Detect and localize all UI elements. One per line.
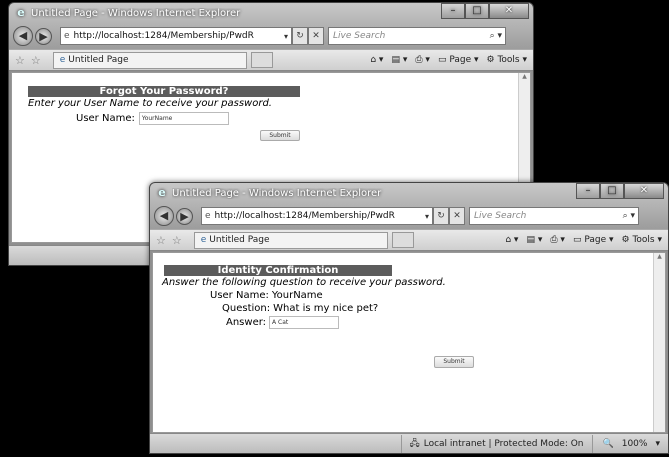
search-box[interactable]: Live Search ⌕ ▾: [328, 27, 506, 45]
back-button[interactable]: ◀: [154, 206, 174, 226]
submit-button[interactable]: Submit: [434, 356, 474, 368]
form-instruction: Answer the following question to receive…: [162, 277, 446, 288]
search-box[interactable]: Live Search ⌕ ▾: [469, 207, 639, 225]
title-bar[interactable]: e Untitled Page - Windows Internet Explo…: [150, 183, 668, 203]
question-label: Question:: [222, 303, 271, 314]
back-button[interactable]: ◀: [13, 26, 33, 46]
search-placeholder: Live Search: [333, 31, 386, 41]
new-tab-button[interactable]: [391, 232, 414, 248]
forward-button[interactable]: ▶: [176, 207, 193, 225]
feeds-icon[interactable]: ▤ ▾: [391, 55, 407, 65]
address-dropdown-icon[interactable]: ▾: [422, 212, 432, 221]
answer-label: Answer:: [226, 317, 267, 328]
minimize-button[interactable]: –: [441, 3, 465, 19]
window-title: Untitled Page - Windows Internet Explore…: [172, 187, 382, 199]
browser-window-identity-confirmation: e Untitled Page - Windows Internet Explo…: [149, 182, 669, 454]
ie-logo-icon: e: [17, 6, 25, 19]
close-button[interactable]: ✕: [489, 3, 529, 19]
close-button[interactable]: ✕: [624, 183, 664, 199]
intranet-icon: 🖧: [409, 438, 420, 449]
zoom-icon: 🔍: [602, 438, 614, 449]
page-content: Identity Confirmation Answer the followi…: [152, 252, 666, 433]
home-icon[interactable]: ⌂ ▾: [505, 235, 518, 245]
title-bar[interactable]: e Untitled Page - Windows Internet Explo…: [9, 3, 533, 23]
address-bar[interactable]: e http://localhost:1284/Membership/PwdR …: [60, 27, 292, 45]
page-menu[interactable]: ▭ Page ▾: [573, 235, 614, 245]
add-favorites-icon[interactable]: ☆: [31, 54, 41, 67]
form-heading: Forgot Your Password?: [28, 86, 300, 97]
add-favorites-icon[interactable]: ☆: [172, 234, 182, 247]
username-label: User Name:: [210, 290, 269, 301]
stop-button[interactable]: ✕: [308, 27, 324, 45]
maximize-button[interactable]: □: [465, 3, 489, 19]
new-tab-button[interactable]: [250, 52, 273, 68]
tab-label: Untitled Page: [209, 235, 270, 245]
page-icon: e: [64, 31, 70, 41]
zone-text: Local intranet | Protected Mode: On: [423, 438, 584, 449]
address-dropdown-icon[interactable]: ▾: [281, 32, 291, 41]
ie-logo-icon: e: [158, 186, 166, 199]
zoom-level: 100%: [621, 438, 648, 449]
zoom-control[interactable]: 🔍 100% ▾: [593, 439, 660, 449]
search-icon[interactable]: ⌕ ▾: [487, 31, 505, 41]
submit-button[interactable]: Submit: [260, 130, 300, 141]
forgot-password-form: Forgot Your Password? Enter your User Na…: [28, 86, 300, 141]
username-value: YourName: [271, 290, 323, 301]
refresh-button[interactable]: ↻: [292, 27, 308, 45]
forward-button[interactable]: ▶: [35, 27, 52, 45]
username-input[interactable]: YourName: [138, 112, 229, 125]
page-icon: e: [205, 211, 211, 221]
address-text: http://localhost:1284/Membership/PwdR: [214, 211, 395, 221]
tab-page-icon: e: [200, 235, 207, 245]
favorites-star-icon[interactable]: ☆: [156, 234, 166, 247]
home-icon[interactable]: ⌂ ▾: [370, 55, 383, 65]
refresh-button[interactable]: ↻: [433, 207, 449, 225]
username-label: User Name:: [76, 113, 135, 124]
tools-menu[interactable]: ⚙ Tools ▾: [487, 55, 528, 65]
status-bar: 🖧 Local intranet | Protected Mode: On 🔍 …: [150, 433, 668, 453]
minimize-button[interactable]: –: [576, 183, 600, 199]
question-value: What is my nice pet?: [273, 303, 379, 314]
vertical-scrollbar[interactable]: ▲: [653, 253, 665, 432]
tab-page-icon: e: [59, 55, 66, 65]
favorites-star-icon[interactable]: ☆: [15, 54, 25, 67]
security-zone[interactable]: 🖧 Local intranet | Protected Mode: On: [400, 434, 593, 453]
search-icon[interactable]: ⌕ ▾: [620, 211, 638, 221]
address-bar[interactable]: e http://localhost:1284/Membership/PwdR …: [201, 207, 433, 225]
page-menu[interactable]: ▭ Page ▾: [438, 55, 479, 65]
identity-confirmation-form: Identity Confirmation Answer the followi…: [162, 265, 474, 368]
browser-tab[interactable]: e Untitled Page: [193, 231, 388, 249]
search-placeholder: Live Search: [474, 211, 527, 221]
form-heading: Identity Confirmation: [164, 265, 392, 276]
browser-tab[interactable]: e Untitled Page: [52, 51, 247, 69]
address-text: http://localhost:1284/Membership/PwdR: [73, 31, 254, 41]
tab-label: Untitled Page: [68, 55, 129, 65]
maximize-button[interactable]: □: [600, 183, 624, 199]
window-title: Untitled Page - Windows Internet Explore…: [31, 7, 241, 19]
feeds-icon[interactable]: ▤ ▾: [526, 235, 542, 245]
stop-button[interactable]: ✕: [449, 207, 465, 225]
print-icon[interactable]: ⎙ ▾: [550, 235, 565, 245]
answer-input[interactable]: A Cat: [269, 316, 340, 329]
print-icon[interactable]: ⎙ ▾: [415, 55, 430, 65]
tools-menu[interactable]: ⚙ Tools ▾: [622, 235, 663, 245]
zoom-dropdown-icon[interactable]: ▾: [655, 439, 660, 449]
form-instruction: Enter your User Name to receive your pas…: [28, 98, 272, 109]
